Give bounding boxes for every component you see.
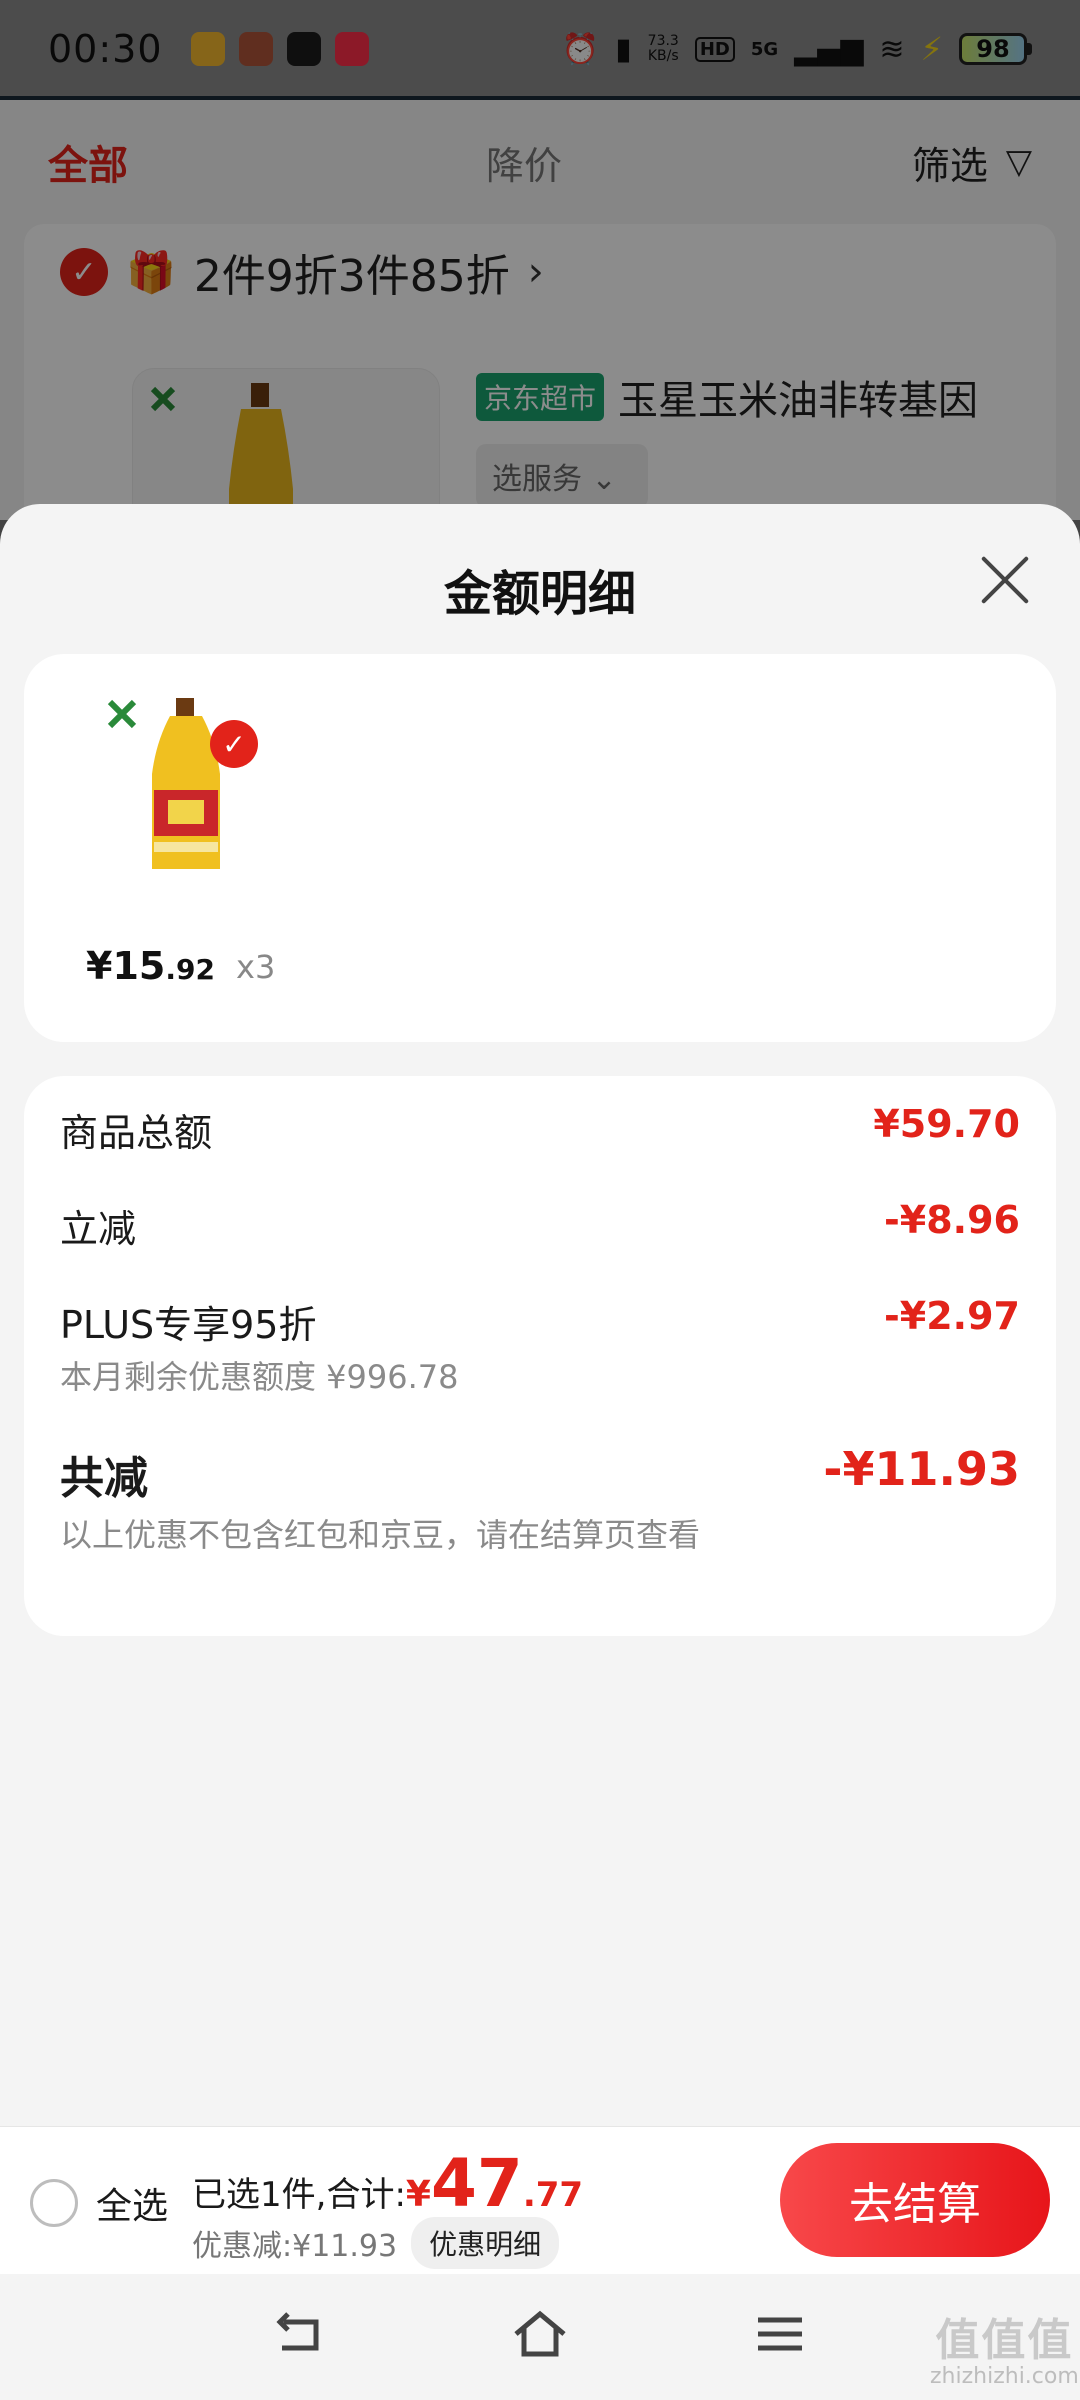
- checkout-bar: 全选 已选1件,合计: ¥ 47 .77 优惠减:¥11.93 优惠明细 去结算: [0, 2126, 1080, 2274]
- item-quantity: x3: [236, 948, 276, 986]
- watermark: 值值值 zhizhizhi.com: [930, 2315, 1079, 2389]
- goods-total-value: ¥59.70: [873, 1102, 1020, 1146]
- discount-detail-button[interactable]: 优惠明细: [411, 2217, 560, 2269]
- close-icon[interactable]: [975, 548, 1035, 608]
- instant-off-value: -¥8.96: [884, 1198, 1020, 1242]
- select-all-label[interactable]: 全选: [96, 2177, 168, 2229]
- goods-total-row: 商品总额 ¥59.70: [60, 1102, 1020, 1157]
- total-currency: ¥: [405, 2174, 431, 2215]
- sheet-title: 金额明细: [443, 566, 636, 622]
- selected-summary-text: 已选1件,合计:: [192, 2175, 406, 2215]
- instant-off-row: 立减 -¥8.96: [60, 1198, 1020, 1253]
- plus-discount-label: PLUS专享95折: [60, 1303, 317, 1347]
- total-amount-integer: 47: [430, 2145, 523, 2222]
- checkout-button[interactable]: 去结算: [780, 2143, 1050, 2257]
- amount-detail-sheet: 金额明细 ✓ ¥15.92 x3 商品总额 ¥59.70 立减 -¥8.96 P…: [0, 504, 1080, 2400]
- total-off-value: -¥11.93: [823, 1442, 1020, 1496]
- item-price: ¥15.92: [86, 944, 215, 988]
- select-all-checkbox[interactable]: [30, 2179, 78, 2227]
- plus-discount-value: -¥2.97: [884, 1294, 1020, 1338]
- amount-breakdown-card: 商品总额 ¥59.70 立减 -¥8.96 PLUS专享95折 -¥2.97 本…: [24, 1076, 1056, 1636]
- system-nav-bar: 值值值 zhizhizhi.com: [0, 2274, 1080, 2400]
- plus-discount-row: PLUS专享95折 -¥2.97: [60, 1294, 1020, 1349]
- item-selected-check-icon[interactable]: ✓: [210, 720, 258, 768]
- discount-line: 优惠减:¥11.93 优惠明细: [192, 2217, 560, 2269]
- instant-off-label: 立减: [60, 1207, 137, 1251]
- back-icon[interactable]: [270, 2304, 330, 2364]
- total-summary: 已选1件,合计: ¥ 47 .77: [192, 2145, 583, 2222]
- plus-remaining-quota: 本月剩余优惠额度 ¥996.78: [60, 1358, 459, 1396]
- home-icon[interactable]: [510, 2304, 570, 2364]
- menu-icon[interactable]: [750, 2304, 810, 2364]
- total-amount-decimal: .77: [522, 2175, 584, 2215]
- goods-total-label: 商品总额: [60, 1111, 213, 1155]
- discount-amount: 优惠减:¥11.93: [192, 2229, 398, 2264]
- total-off-label: 共减: [60, 1453, 148, 1504]
- oil-bottle-icon: [107, 698, 220, 869]
- discount-note: 以上优惠不包含红包和京豆，请在结算页查看: [60, 1516, 701, 1554]
- selected-item-card: ✓ ¥15.92 x3: [24, 654, 1056, 1042]
- total-off-row: 共减 -¥11.93: [60, 1442, 1020, 1506]
